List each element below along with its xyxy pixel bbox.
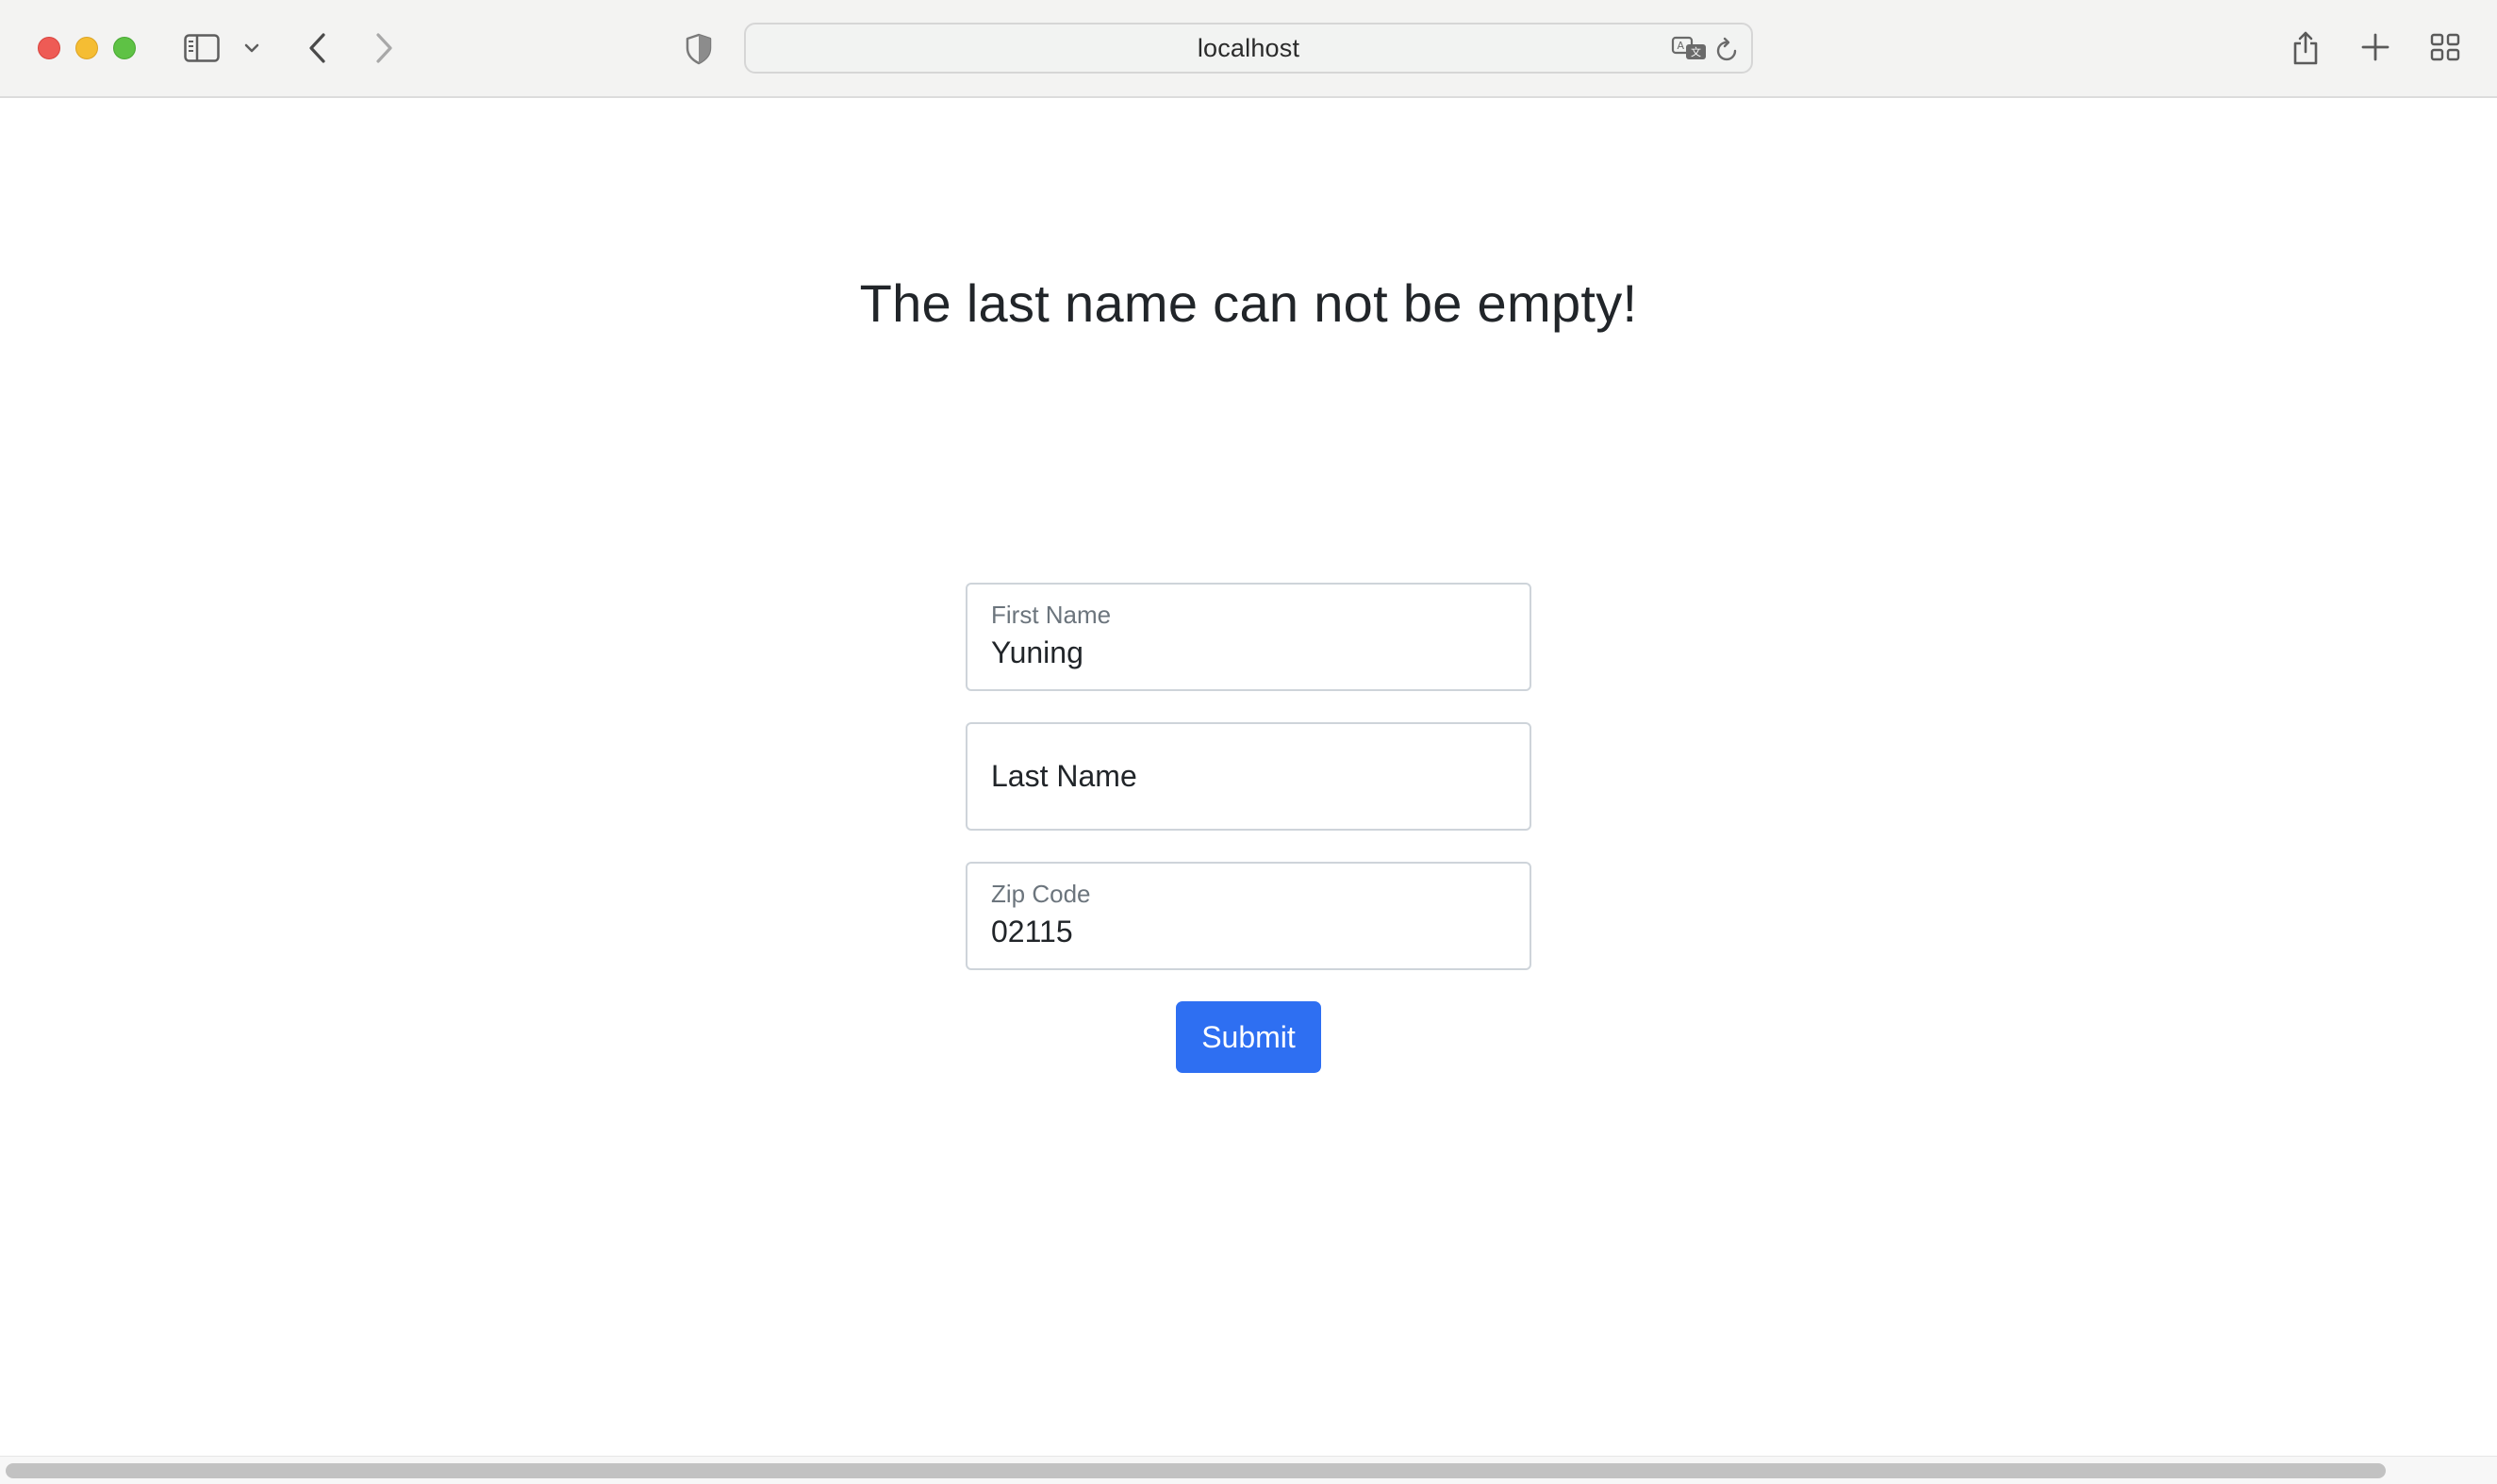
svg-text:A: A <box>1678 40 1685 52</box>
first-name-input[interactable] <box>991 635 1500 670</box>
chevron-right-icon[interactable] <box>370 30 398 66</box>
shield-icon[interactable] <box>684 32 714 66</box>
chevron-left-icon[interactable] <box>304 30 332 66</box>
zip-code-field[interactable]: Zip Code <box>966 862 1531 970</box>
share-icon[interactable] <box>2290 26 2322 68</box>
grid-icon[interactable] <box>2429 31 2461 63</box>
address-bar[interactable]: localhost A 文 <box>744 23 1753 74</box>
zoom-window-button[interactable] <box>113 37 136 59</box>
browser-window: localhost A 文 The last name can not be e… <box>0 0 2497 1484</box>
last-name-field[interactable]: Last Name <box>966 722 1531 831</box>
submit-button[interactable]: Submit <box>1176 1001 1321 1073</box>
last-name-placeholder: Last Name <box>991 759 1137 793</box>
zip-code-input[interactable] <box>991 915 1500 949</box>
translate-icon[interactable]: A 文 <box>1670 34 1710 64</box>
url-text[interactable]: localhost <box>746 25 1751 72</box>
plus-icon[interactable] <box>2359 31 2391 63</box>
chevron-down-icon[interactable] <box>243 40 260 57</box>
error-heading: The last name can not be empty! <box>859 273 1638 333</box>
zip-code-label: Zip Code <box>991 880 1091 908</box>
sidebar-icon[interactable] <box>183 32 221 64</box>
reload-icon[interactable] <box>1713 36 1742 64</box>
horizontal-scrollbar-thumb[interactable] <box>6 1463 2386 1478</box>
browser-toolbar: localhost A 文 <box>0 0 2497 98</box>
svg-text:文: 文 <box>1691 45 1701 58</box>
minimize-window-button[interactable] <box>75 37 98 59</box>
close-window-button[interactable] <box>38 37 60 59</box>
page-content: The last name can not be empty! First Na… <box>0 98 2497 1456</box>
first-name-label: First Name <box>991 601 1112 629</box>
first-name-field[interactable]: First Name <box>966 583 1531 691</box>
